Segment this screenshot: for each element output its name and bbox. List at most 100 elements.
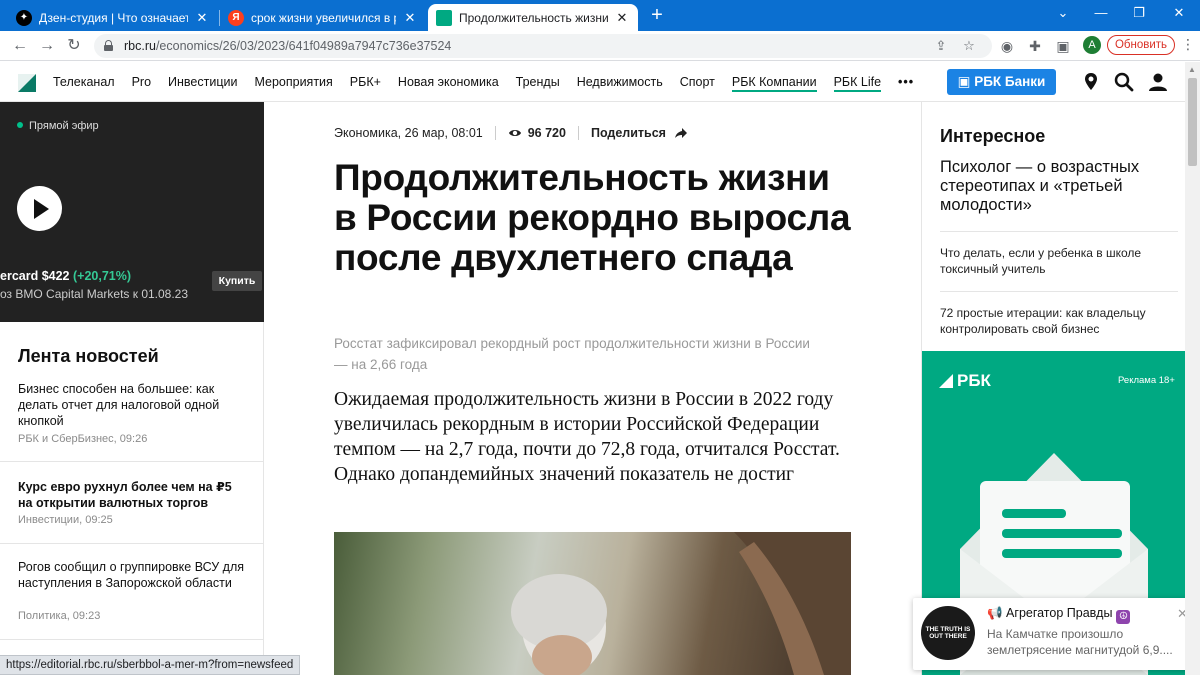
window-close-icon[interactable]: ✕ [1164,4,1194,22]
push-notification[interactable]: THE TRUTH IS OUT THERE 📢 Агрегатор Правд… [913,598,1198,670]
list-item-meta: Политика, 09:23 [18,610,101,622]
yandex-favicon-icon: Я [228,9,244,26]
nav-more-icon[interactable]: ••• [898,75,914,92]
search-icon[interactable] [1113,71,1135,93]
bookmark-star-icon[interactable]: ☆ [960,37,978,55]
puzzle-icon[interactable]: ✚ [1026,37,1044,55]
live-label-text: Прямой эфир [29,120,99,132]
nav-item-events[interactable]: Мероприятия [254,75,332,92]
rbc-mark-icon [939,374,953,388]
nav-item-realty[interactable]: Недвижимость [577,75,663,92]
meta-divider [494,126,496,140]
update-browser-button[interactable]: Обновить [1107,35,1175,55]
tab-zen-studio[interactable]: ✦ Дзен-студия | Что означает рос ✕ [8,4,218,31]
nav-item-trends[interactable]: Тренды [516,75,560,92]
bank-card-icon: ▣ [957,74,975,89]
nav-item-rbc-plus[interactable]: РБК+ [350,75,381,92]
nav-item-new-economy[interactable]: Новая экономика [398,75,499,92]
nav-item-investments[interactable]: Инвестиции [168,75,237,92]
article-intro: Ожидаемая продолжительность жизни в Росс… [334,389,840,485]
close-icon[interactable]: ✕ [614,10,630,26]
buy-button[interactable]: Купить [212,271,262,291]
side-panel-icon[interactable]: ▣ [1054,37,1072,55]
site-nav: Телеканал Pro Инвестиции Мероприятия РБК… [53,75,931,92]
ad-rbc-logo: РБК [939,371,991,391]
close-icon[interactable]: ✕ [194,10,210,26]
minimize-icon[interactable]: — [1086,4,1116,22]
extension-icon[interactable]: ◉ [998,37,1016,55]
article-meta: Экономика, 26 мар, 08:01 96 720 Поделить… [334,126,688,140]
ticker-change: (+20,71%) [73,269,132,283]
url-text[interactable]: rbc.ru/economics/26/03/2023/641f04989a79… [124,39,451,53]
divider [940,231,1178,232]
tab-title: Продолжительность жизни в Ро [459,10,608,25]
location-pin-icon[interactable] [1080,71,1102,93]
tab-title: Дзен-студия | Что означает рос [39,10,188,25]
link-status-bar: https://editorial.rbc.ru/sberbbol-a-mer-… [0,655,301,675]
article-headline: Продолжительность жизни в России рекордн… [334,157,851,278]
interesting-link[interactable]: Что делать, если у ребенка в школе токси… [940,245,1172,277]
share-page-icon[interactable]: ⇪ [932,37,950,55]
article-lead: Росстат зафиксировал рекордный рост прод… [334,336,810,372]
tab-yandex-search[interactable]: Я срок жизни увеличился в росси ✕ [220,4,426,31]
forward-arrow-icon[interactable]: → [37,36,57,56]
article-date[interactable]: Экономика, 26 мар, 08:01 [334,126,483,140]
play-button[interactable] [17,186,62,231]
right-sidebar: Интересное Психолог — о возрастных стере… [921,102,1186,675]
browser-toolbar: ← → ↻ rbc.ru/economics/26/03/2023/641f04… [0,31,1200,61]
rbc-logo[interactable] [18,74,36,92]
back-arrow-icon[interactable]: ← [10,36,30,56]
tab-rbc-article[interactable]: Продолжительность жизни в Ро ✕ [428,4,638,31]
nav-item-rbc-companies[interactable]: РБК Компании [731,75,817,92]
live-label: Прямой эфир [17,120,99,132]
address-bar[interactable]: rbc.ru/economics/26/03/2023/641f04989a79… [94,34,992,58]
new-tab-icon[interactable]: + [646,5,668,27]
lock-icon[interactable] [104,40,113,51]
tab-search-icon[interactable]: ⌄ [1048,4,1078,22]
maximize-icon[interactable]: ❐ [1124,4,1154,22]
ad-logo-text: РБК [957,371,991,390]
scroll-thumb[interactable] [1188,78,1197,166]
article: Экономика, 26 мар, 08:01 96 720 Поделить… [265,102,921,675]
news-feed: Лента новостей Бизнес способен на больше… [0,322,264,675]
nav-item-pro[interactable]: Pro [132,75,151,92]
share-button[interactable]: Поделиться [591,126,666,140]
close-icon[interactable]: ✕ [402,10,418,26]
notification-avatar: THE TRUTH IS OUT THERE [921,606,975,660]
list-item-text[interactable]: Рогов сообщил о группировке ВСУ для наст… [18,559,248,591]
notification-text: На Камчатке произошло землетрясение магн… [987,627,1173,657]
site-header: Телеканал Pro Инвестиции Мероприятия РБК… [0,62,1185,102]
peace-icon: ☮ [1116,610,1131,624]
user-account-icon[interactable] [1147,71,1169,93]
share-arrow-icon[interactable] [674,126,688,140]
ad-label: Реклама 18+ [1118,375,1175,386]
nav-item-sport[interactable]: Спорт [680,75,715,92]
list-item[interactable]: Бизнес способен на большее: как делать о… [0,372,264,462]
article-photo-illustration [511,532,851,675]
live-player[interactable]: Прямой эфир ercard $422 (+20,71%) оз BMO… [0,102,264,322]
zen-favicon-icon: ✦ [16,9,32,26]
interesting-link[interactable]: 72 простые итерации: как владельцу контр… [940,305,1172,337]
rbc-banks-button[interactable]: ▣ РБК Банки [947,69,1056,95]
list-item-text[interactable]: Курс евро рухнул более чем на ₽5 на откр… [18,479,248,511]
featured-link[interactable]: Психолог — о возрастных стереотипах и «т… [940,158,1175,215]
list-item-text[interactable]: Бизнес способен на большее: как делать о… [18,381,248,429]
tab-title: срок жизни увеличился в росси [251,10,396,25]
eye-icon [508,130,521,136]
news-feed-title: Лента новостей [18,346,159,366]
list-item[interactable]: Рогов сообщил о группировке ВСУ для наст… [0,544,264,640]
browser-menu-icon[interactable]: ⋮ [1180,36,1196,54]
notification-title: 📢 Агрегатор Правды ☮ [987,606,1131,624]
notification-title-text: Агрегатор Правды [1006,606,1113,620]
rbc-favicon-icon [436,9,452,26]
ticker-line: ercard $422 (+20,71%) [0,269,131,283]
nav-item-rbc-life[interactable]: РБК Life [833,75,882,92]
profile-avatar[interactable]: A [1083,36,1101,54]
list-item-meta: РБК и СберБизнес, 09:26 [18,433,148,445]
article-photo[interactable] [334,532,851,675]
reload-icon[interactable]: ↻ [64,36,84,56]
scroll-up-icon[interactable]: ▲ [1188,65,1196,74]
nav-item-tv[interactable]: Телеканал [53,75,115,92]
list-item[interactable]: Курс евро рухнул более чем на ₽5 на откр… [0,462,264,544]
page-scrollbar[interactable]: ▲ [1185,62,1200,675]
